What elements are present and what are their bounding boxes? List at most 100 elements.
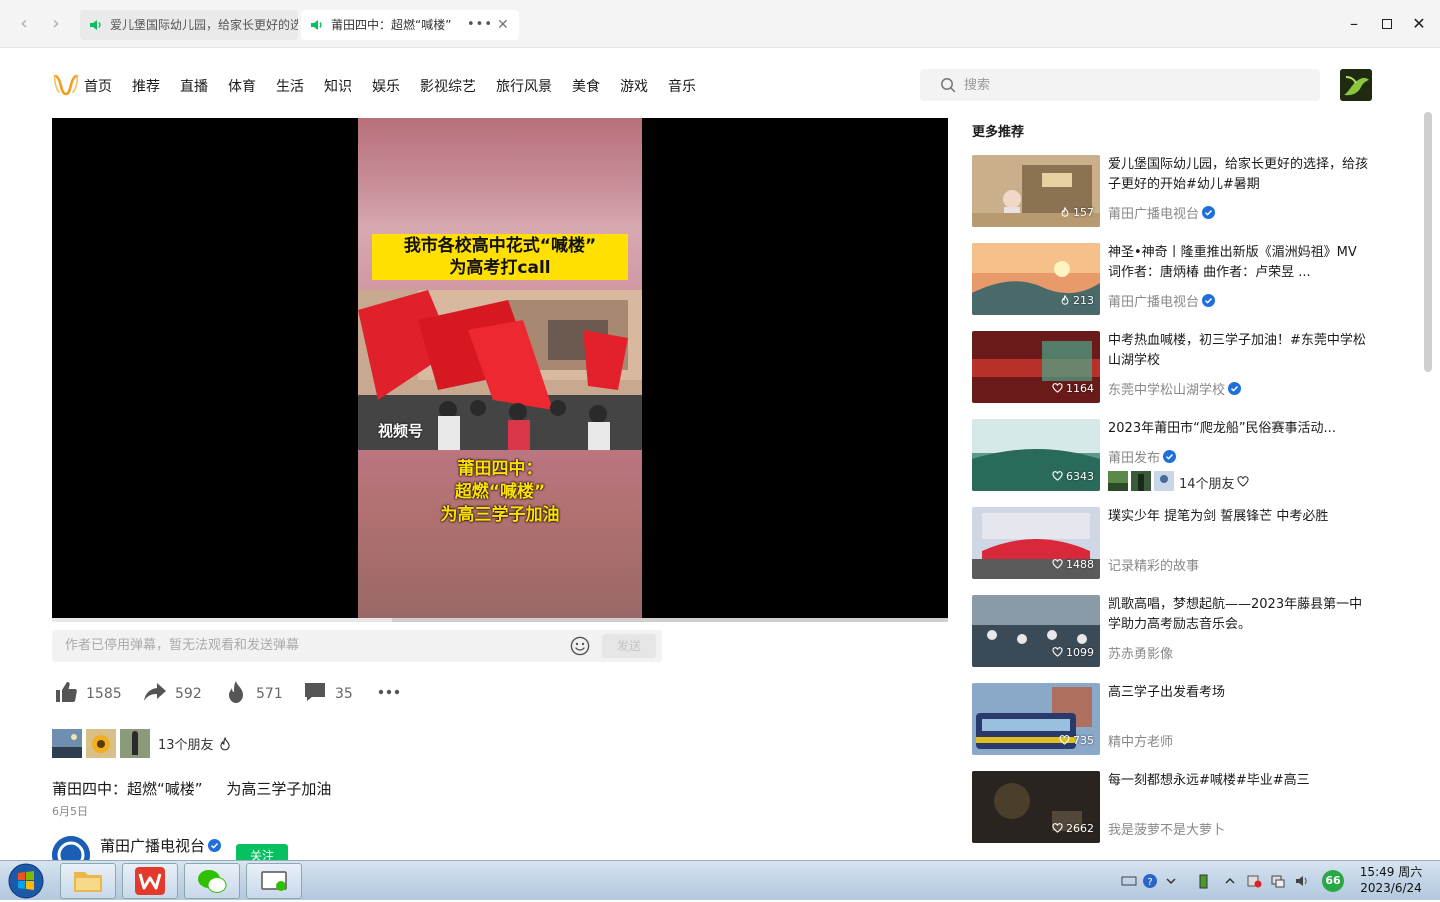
start-button[interactable] xyxy=(6,862,46,900)
recommendation-author[interactable]: 莆田广播电视台 xyxy=(1108,291,1216,310)
comment-icon xyxy=(305,683,325,701)
recommendation-author[interactable]: 我是菠萝不是大萝卜 xyxy=(1108,819,1225,838)
heart-outline-icon xyxy=(1051,383,1063,393)
security-icon[interactable] xyxy=(1246,873,1262,889)
minimize-icon[interactable]: – xyxy=(1342,12,1366,36)
recommendation-thumbnail[interactable]: 1164 xyxy=(972,331,1100,403)
wps-icon xyxy=(135,867,165,895)
recommendation-thumbnail[interactable]: 2662 xyxy=(972,771,1100,843)
tray-arrow-icon[interactable] xyxy=(1163,873,1179,889)
video-date: 6月5日 xyxy=(52,805,88,818)
search-input[interactable] xyxy=(964,69,1304,101)
recommendation-item[interactable]: 1488 璞实少年 提笔为剑 誓展锋芒 中考必胜 记录精彩的故事 xyxy=(972,507,1372,579)
heart-outline-icon xyxy=(1051,823,1063,833)
friends-row[interactable]: 14个朋友 xyxy=(1108,471,1249,492)
tab-current-video[interactable]: 莆田四中：超燃“喊楼” ••• ✕ xyxy=(301,10,519,40)
verified-icon xyxy=(1163,450,1177,463)
recommendation-title[interactable]: 中考热血喊楼，初三学子加油！#东莞中学松山湖学校 xyxy=(1108,331,1368,371)
maximize-icon[interactable] xyxy=(1375,12,1399,36)
more-recommendations-title: 更多推荐 xyxy=(972,125,1025,140)
friend-avatar xyxy=(86,729,116,758)
nav-item[interactable]: 游戏 xyxy=(620,76,648,96)
nav-item[interactable]: 直播 xyxy=(180,76,208,96)
nav-item[interactable]: 推荐 xyxy=(132,76,160,96)
window-close-icon[interactable]: ✕ xyxy=(1407,12,1431,36)
channels-logo-icon[interactable] xyxy=(53,73,79,97)
recommendation-thumbnail[interactable]: 1488 xyxy=(972,507,1100,579)
verified-icon xyxy=(1202,206,1216,219)
nav-item[interactable]: 知识 xyxy=(324,76,352,96)
help-icon[interactable]: ? xyxy=(1142,873,1158,889)
nav-item[interactable]: 旅行风景 xyxy=(496,76,552,96)
recommendation-title[interactable]: 神圣•神奇丨隆重推出新版《湄洲妈祖》MV 词作者：唐炳椿 曲作者：卢荣昱 ... xyxy=(1108,243,1368,283)
svg-text:?: ? xyxy=(1147,877,1152,888)
tray-badge[interactable]: 66 xyxy=(1322,870,1344,892)
nav-item[interactable]: 首页 xyxy=(84,76,112,96)
recommendation-author[interactable]: 东莞中学松山湖学校 xyxy=(1108,379,1242,398)
recommendation-thumbnail[interactable]: 1099 xyxy=(972,595,1100,667)
recommendation-item[interactable]: 213 神圣•神奇丨隆重推出新版《湄洲妈祖》MV 词作者：唐炳椿 曲作者：卢荣昱 … xyxy=(972,243,1372,315)
recommendation-item[interactable]: 2662 每一刻都想永远#喊楼#毕业#高三 我是菠萝不是大萝卜 xyxy=(972,771,1372,843)
recommendation-thumbnail[interactable]: 735 xyxy=(972,683,1100,755)
network-icon[interactable] xyxy=(1270,873,1286,889)
video-caption-bottom: 莆田四中： 超燃“喊楼” 为高三学子加油 xyxy=(440,459,560,525)
taskbar-channels[interactable] xyxy=(246,863,302,899)
recommendation-title[interactable]: 璞实少年 提笔为剑 誓展锋芒 中考必胜 xyxy=(1108,507,1368,527)
taskbar-explorer[interactable] xyxy=(60,863,116,899)
volume-icon[interactable] xyxy=(1294,873,1310,889)
taskbar-wechat[interactable] xyxy=(184,863,240,899)
recommendation-author[interactable]: 苏赤勇影像 xyxy=(1108,643,1173,662)
author-name[interactable]: 莆田广播电视台 xyxy=(100,835,222,856)
like-count: 1488 xyxy=(1051,558,1094,571)
recommendation-item[interactable]: 1164 中考热血喊楼，初三学子加油！#东莞中学松山湖学校东莞中学松山湖学校 xyxy=(972,331,1372,403)
recommendation-item[interactable]: 157 爱儿堡国际幼儿园，给家长更好的选择，给孩子更好的开始#幼儿#暑期莆田广播电… xyxy=(972,155,1372,227)
recommendation-thumbnail[interactable]: 213 xyxy=(972,243,1100,315)
show-hidden-icon[interactable] xyxy=(1222,873,1238,889)
nav-item[interactable]: 美食 xyxy=(572,76,600,96)
search-box[interactable] xyxy=(920,69,1320,101)
taskbar-wps[interactable] xyxy=(122,863,178,899)
nav-item[interactable]: 娱乐 xyxy=(372,76,400,96)
friend-avatar xyxy=(1131,471,1151,491)
recommendation-thumbnail[interactable]: 157 xyxy=(972,155,1100,227)
recommendation-title[interactable]: 每一刻都想永远#喊楼#毕业#高三 xyxy=(1108,771,1368,791)
recommendation-author[interactable]: 莆田发布 xyxy=(1108,447,1177,466)
recommendation-title[interactable]: 2023年莆田市“爬龙船”民俗赛事活动... xyxy=(1108,419,1368,439)
recommendation-title[interactable]: 凯歌高唱，梦想起航——2023年藤县第一中学助力高考励志音乐会。 xyxy=(1108,595,1368,635)
recommendation-author[interactable]: 精中方老师 xyxy=(1108,731,1173,750)
recommendation-title[interactable]: 高三学子出发看考场 xyxy=(1108,683,1368,703)
recommendation-author[interactable]: 莆田广播电视台 xyxy=(1108,203,1216,222)
scrollbar[interactable] xyxy=(1424,112,1432,372)
more-icon[interactable]: ••• xyxy=(467,10,493,40)
video-player[interactable]: 我市各校高中花式“喊楼” 为高考打call 视频号 莆田四中： 超燃“喊楼” 为… xyxy=(52,118,948,618)
send-button[interactable]: 发送 xyxy=(602,634,656,658)
like-count: 157 xyxy=(1060,206,1094,219)
forward-icon[interactable]: › xyxy=(44,12,68,36)
speaker-icon xyxy=(311,20,322,30)
recommendation-title[interactable]: 爱儿堡国际幼儿园，给家长更好的选择，给孩子更好的开始#幼儿#暑期 xyxy=(1108,155,1368,195)
heart-outline-icon xyxy=(1051,647,1063,657)
nav-item[interactable]: 体育 xyxy=(228,76,256,96)
video-progress-bar[interactable] xyxy=(52,618,948,622)
nav-item[interactable]: 音乐 xyxy=(668,76,696,96)
close-icon[interactable]: ✕ xyxy=(497,10,509,40)
clock[interactable]: 15:49 周六 2023/6/24 xyxy=(1356,864,1426,896)
nav-item[interactable]: 影视综艺 xyxy=(420,76,476,96)
recommendation-thumbnail[interactable]: 6343 xyxy=(972,419,1100,491)
back-icon[interactable]: ‹ xyxy=(12,12,36,36)
recommendation-item[interactable]: 6343 2023年莆田市“爬龙船”民俗赛事活动... 莆田发布 14个朋友 xyxy=(972,419,1372,492)
tab-kindergarten[interactable]: 爱儿堡国际幼儿园，给家长更好的选 xyxy=(80,10,298,40)
browser-tab-bar: ‹ › 爱儿堡国际幼儿园，给家长更好的选 莆田四中：超燃“喊楼” ••• ✕ –… xyxy=(0,0,1440,48)
nav-item[interactable]: 生活 xyxy=(276,76,304,96)
recommendation-item[interactable]: 735 高三学子出发看考场 精中方老师 xyxy=(972,683,1372,755)
recommendation-item[interactable]: 1099 凯歌高唱，梦想起航——2023年藤县第一中学助力高考励志音乐会。苏赤勇影… xyxy=(972,595,1372,667)
friend-avatar xyxy=(1108,471,1128,491)
battery-icon[interactable] xyxy=(1195,873,1211,889)
user-avatar[interactable] xyxy=(1340,69,1372,101)
comment-count: 35 xyxy=(335,686,353,702)
recommendation-author[interactable]: 记录精彩的故事 xyxy=(1108,555,1199,574)
like-count: 213 xyxy=(1060,294,1094,307)
emoji-icon[interactable] xyxy=(570,636,590,656)
fire-count: 571 xyxy=(256,686,283,702)
keyboard-icon[interactable] xyxy=(1121,873,1137,889)
